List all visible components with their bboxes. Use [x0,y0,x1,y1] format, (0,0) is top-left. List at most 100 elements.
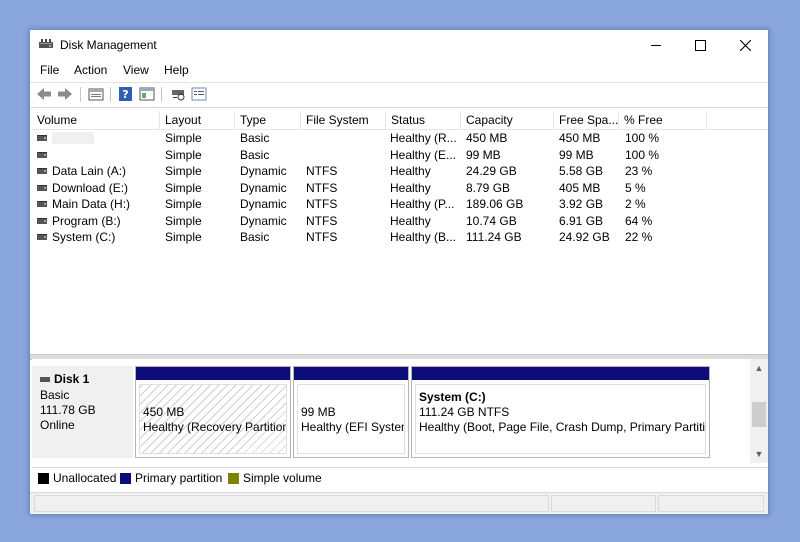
close-button[interactable] [723,30,768,60]
column-header-status[interactable]: Status [386,111,461,129]
volume-icon [37,184,47,191]
volume-row[interactable]: Data Lain (A:) Simple Dynamic NTFS Healt… [32,163,768,179]
title-bar: Disk Management [30,30,768,60]
volume-percent-free: 100 % [625,147,660,162]
volume-free-space: 5.58 GB [559,164,604,178]
help-icon[interactable]: ? [117,86,135,102]
column-header-volume[interactable]: Volume [32,111,160,129]
volume-list-header: Volume Layout Type File System Status Ca… [32,111,768,130]
volume-status: Healthy (E... [390,147,457,162]
svg-text:?: ? [122,88,128,101]
menu-view[interactable]: View [123,63,149,77]
column-header-file-system[interactable]: File System [301,111,386,129]
volume-list: Volume Layout Type File System Status Ca… [32,111,768,353]
minimize-button[interactable] [633,30,678,60]
partition-system-c[interactable]: System (C:) 111.24 GB NTFS Healthy (Boot… [411,366,710,458]
column-header-layout[interactable]: Layout [160,111,235,129]
scroll-up-arrow-icon[interactable]: ▲ [754,363,764,373]
volume-type: Dynamic [240,180,287,195]
volume-file-system: NTFS [306,213,338,228]
volume-capacity: 189.06 GB [466,197,524,211]
close-icon [740,39,751,51]
partition-size: 450 MB [143,405,185,419]
disk-info-panel[interactable]: Disk 1 Basic 111.78 GB Online [32,366,133,458]
volume-icon [37,234,47,240]
volume-name: Data Lain (A:) [52,164,127,178]
volume-layout: Simple [165,213,202,228]
volume-layout: Simple [165,131,202,145]
volume-capacity: 111.24 GB [466,230,522,244]
legend-label-unallocated: Unallocated [53,471,117,485]
disk-management-app-icon [39,39,53,48]
toolbar: ? [30,82,768,108]
volume-row[interactable]: Simple Basic Healthy (E... 99 MB 99 MB 1… [32,147,768,163]
volume-file-system: NTFS [306,197,338,211]
menu-bar: File Action View Help [30,60,768,81]
volume-row[interactable]: Download (E:) Simple Dynamic NTFS Health… [32,180,768,196]
volume-free-space: 450 MB [559,131,601,145]
legend-swatch-primary-partition [120,473,131,484]
partition-status: Healthy (Recovery Partition) [143,420,287,434]
volume-type: Dynamic [240,197,287,211]
volume-layout: Simple [165,197,202,211]
volume-status: Healthy (R... [390,131,457,145]
volume-percent-free: 2 % [625,197,646,211]
status-bar [30,492,768,514]
scroll-down-arrow-icon[interactable]: ▼ [754,449,764,459]
column-header-capacity[interactable]: Capacity [461,111,554,129]
status-bar-pane [34,495,549,512]
volume-status: Healthy (B... [390,230,457,244]
volume-row[interactable]: System (C:) Simple Basic NTFS Healthy (B… [32,229,768,245]
legend-label-simple-volume: Simple volume [243,471,322,485]
volume-row[interactable]: Main Data (H:) Simple Dynamic NTFS Healt… [32,196,768,212]
window-title: Disk Management [60,38,157,52]
forward-arrow-icon[interactable] [56,86,74,102]
volume-free-space: 99 MB [559,147,594,162]
volume-name: Main Data (H:) [52,197,131,211]
toolbar-separator [80,87,81,102]
volume-free-space: 405 MB [559,180,601,195]
volume-type: Dynamic [240,164,287,178]
column-header-type[interactable]: Type [235,111,301,129]
menu-file[interactable]: File [40,63,59,77]
volume-name: System (C:) [52,230,116,244]
volume-name: Program (B:) [52,213,121,228]
volume-name [52,130,152,146]
volume-icon [37,168,47,174]
menu-action[interactable]: Action [74,63,107,77]
partition-size: 111.24 GB NTFS [419,405,510,419]
volume-free-space: 3.92 GB [559,197,604,211]
partition-status: Healthy (EFI System Partition) [301,420,404,434]
scroll-thumb[interactable] [752,402,766,427]
show-hide-pane-icon[interactable] [138,86,156,102]
menu-help[interactable]: Help [164,63,189,77]
properties-icon[interactable] [87,86,105,102]
disk-state: Online [40,418,75,432]
disk-icon [40,377,50,382]
volume-percent-free: 22 % [625,230,653,244]
partition-recovery[interactable]: 450 MB Healthy (Recovery Partition) [135,366,291,458]
partition-efi[interactable]: 99 MB Healthy (EFI System Partition) [293,366,409,458]
maximize-button[interactable] [678,30,723,60]
volume-row[interactable]: Simple Basic Healthy (R... 450 MB 450 MB… [32,130,768,146]
volume-row[interactable]: Program (B:) Simple Dynamic NTFS Healthy… [32,213,768,229]
volume-file-system: NTFS [306,180,338,195]
column-header-percent-free[interactable]: % Free [619,111,707,129]
volume-status: Healthy [390,180,431,195]
volume-layout: Simple [165,147,202,162]
console-icon[interactable] [190,86,208,102]
back-arrow-icon[interactable] [35,86,53,102]
partition-status: Healthy (Boot, Page File, Crash Dump, Pr… [419,420,706,434]
column-header-free-space[interactable]: Free Spa... [554,111,619,129]
vertical-scrollbar[interactable]: ▲ ▼ [750,359,768,463]
volume-capacity: 450 MB [466,131,508,145]
toolbar-separator [110,87,111,102]
disk-management-window: Disk Management File Action View Help ? [29,29,769,515]
volume-percent-free: 100 % [625,131,660,145]
minimize-icon [650,44,661,46]
legend-swatch-simple-volume [228,473,239,484]
partition-body: 450 MB Healthy (Recovery Partition) [139,384,287,454]
rescan-icon[interactable] [169,86,187,102]
status-bar-pane [551,495,656,512]
volume-capacity: 24.29 GB [466,164,517,178]
